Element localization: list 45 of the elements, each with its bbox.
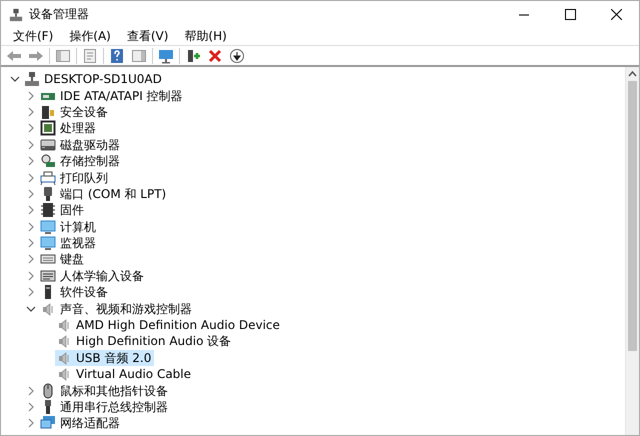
properties-button[interactable]: [81, 46, 99, 64]
computer-icon: [9, 8, 23, 22]
tree-item[interactable]: USB 音频 2.0: [55, 350, 154, 366]
menu-item[interactable]: 帮助(H): [176, 27, 235, 45]
tree-item[interactable]: 固件: [39, 202, 87, 218]
processor-icon: [40, 120, 56, 136]
tree-item[interactable]: 计算机: [39, 218, 99, 235]
tree-item[interactable]: 监视器: [39, 235, 99, 252]
tree-item[interactable]: 软件设备: [39, 284, 111, 300]
input-device-icon: [40, 268, 56, 284]
monitor-icon: [40, 218, 56, 235]
download-button[interactable]: [228, 46, 246, 64]
monitor-icon: [40, 235, 56, 252]
maximize-icon: [564, 8, 576, 20]
tree-item[interactable]: 端口 (COM 和 LPT): [39, 186, 170, 202]
firmware-chip-icon: [40, 202, 56, 218]
close-icon: [610, 8, 622, 20]
menu-item[interactable]: 查看(V): [118, 27, 176, 45]
tree-item[interactable]: 通用串行总线控制器: [39, 399, 171, 415]
tree-item[interactable]: 打印队列: [39, 170, 111, 186]
tree-item[interactable]: IDE ATA/ATAPI 控制器: [39, 88, 186, 104]
tree-item[interactable]: 网络适配器: [39, 415, 123, 432]
scrollbar[interactable]: [625, 67, 639, 435]
tree-item[interactable]: Virtual Audio Cable: [55, 366, 194, 382]
storage-controller-icon: [40, 153, 56, 170]
tree-item[interactable]: 处理器: [39, 120, 99, 136]
window-title: 设备管理器: [29, 6, 89, 23]
tree-item[interactable]: High Definition Audio 设备: [55, 333, 234, 350]
network-adapter-icon: [40, 415, 56, 432]
tree-item[interactable]: 人体学输入设备: [39, 268, 147, 284]
tree-item[interactable]: 键盘: [39, 251, 87, 268]
menu-item[interactable]: 文件(F): [5, 27, 62, 45]
tree-item[interactable]: 磁盘驱动器: [39, 136, 123, 153]
tree-item[interactable]: DESKTOP-SD1U0AD: [23, 71, 165, 88]
printer-icon: [40, 170, 56, 186]
tree-item[interactable]: AMD High Definition Audio Device: [55, 317, 283, 334]
tree-item[interactable]: 安全设备: [39, 104, 111, 120]
computer-icon: [24, 71, 40, 88]
security-device-icon: [40, 104, 56, 120]
help-button[interactable]: [108, 46, 126, 64]
tree-item[interactable]: 声音、视频和游戏控制器: [39, 300, 195, 317]
tree-item[interactable]: 鼠标和其他指针设备: [39, 382, 171, 399]
tree-item[interactable]: 存储控制器: [39, 153, 123, 170]
menu-item[interactable]: 操作(A): [61, 27, 119, 45]
disk-drive-icon: [40, 136, 56, 153]
